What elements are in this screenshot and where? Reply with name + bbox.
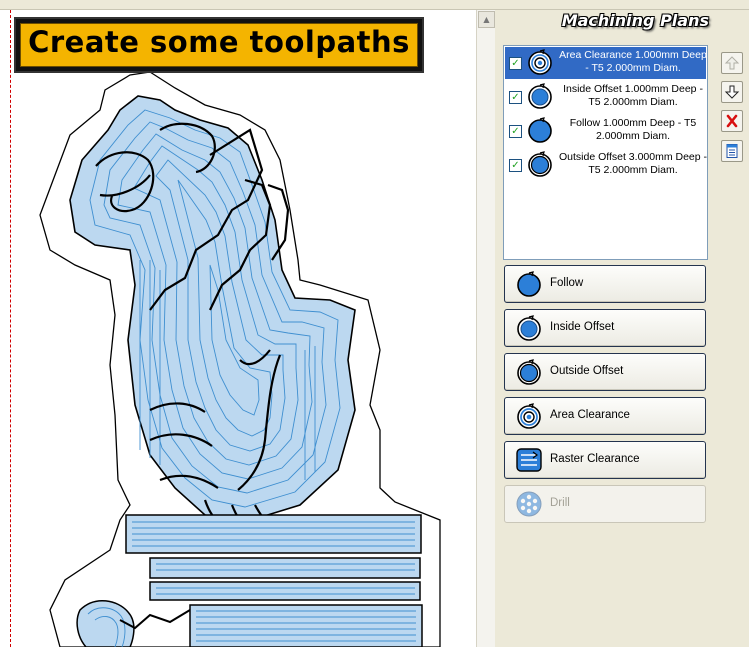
red-x-icon [726, 114, 738, 128]
inside-offset-button[interactable]: Inside Offset [504, 309, 706, 347]
move-down-button[interactable] [721, 81, 743, 103]
plan-checkbox[interactable]: ✓ [509, 57, 522, 70]
follow-button[interactable]: Follow [504, 265, 706, 303]
scroll-up-arrow-icon[interactable]: ▲ [478, 11, 495, 28]
plan-item[interactable]: ✓ Inside Offset 1.000mm Deep - T5 2.000m… [505, 81, 706, 113]
plan-item[interactable]: ✓ Area Clearance 1.000mm Deep - T5 2.000… [505, 47, 707, 79]
raster-clearance-button[interactable]: Raster Clearance [504, 441, 706, 479]
properties-button[interactable] [721, 140, 743, 162]
design-canvas[interactable] [0, 10, 476, 647]
toolpath-preview [39, 71, 441, 647]
follow-icon [528, 117, 552, 143]
area-clearance-icon [517, 403, 541, 429]
machining-panel: Machining Plans ✓ Area Clearance 1.000mm… [494, 0, 749, 647]
plan-checkbox[interactable]: ✓ [509, 159, 522, 172]
move-up-button[interactable] [721, 52, 743, 74]
panel-title: Machining Plans [561, 11, 709, 30]
canvas-scrollbar[interactable]: ▲ [476, 10, 495, 647]
inside-offset-icon [517, 315, 541, 341]
follow-icon [517, 271, 541, 297]
raster-clearance-label: Raster Clearance [550, 453, 640, 465]
outside-offset-label: Outside Offset [550, 365, 624, 377]
plan-label: Inside Offset 1.000mm Deep - T5 2.000mm … [563, 83, 703, 108]
inside-offset-icon [528, 83, 552, 109]
document-icon [726, 144, 738, 158]
title-banner-face: Create some toolpaths [20, 23, 418, 67]
drill-label: Drill [550, 497, 570, 509]
plan-label: Follow 1.000mm Deep - T5 2.000mm Diam. [569, 117, 697, 142]
raster-clearance-icon [516, 448, 542, 472]
plan-item[interactable]: ✓ Follow 1.000mm Deep - T5 2.000mm Diam. [505, 115, 706, 147]
machining-plans-list[interactable]: ✓ Area Clearance 1.000mm Deep - T5 2.000… [503, 45, 708, 260]
area-clearance-label: Area Clearance [550, 409, 630, 421]
plan-checkbox[interactable]: ✓ [509, 125, 522, 138]
arrow-down-icon [724, 85, 740, 99]
drill-icon [516, 491, 542, 517]
arrow-up-icon [724, 56, 740, 70]
outside-offset-button[interactable]: Outside Offset [504, 353, 706, 391]
banner-title: Create some toolpaths [28, 25, 410, 59]
plan-label: Outside Offset 3.000mm Deep - T5 2.000mm… [558, 151, 708, 176]
inside-offset-label: Inside Offset [550, 321, 615, 333]
delete-button[interactable] [721, 110, 743, 132]
plan-item[interactable]: ✓ Outside Offset 3.000mm Deep - T5 2.000… [505, 149, 708, 181]
area-clearance-button[interactable]: Area Clearance [504, 397, 706, 435]
outside-offset-icon [528, 151, 552, 177]
follow-label: Follow [550, 277, 584, 289]
plan-label: Area Clearance 1.000mm Deep - T5 2.000mm… [559, 49, 707, 74]
title-banner: Create some toolpaths [14, 17, 424, 73]
area-clearance-icon [528, 49, 552, 75]
outside-offset-icon [517, 359, 541, 385]
plan-checkbox[interactable]: ✓ [509, 91, 522, 104]
drill-button[interactable]: Drill [504, 485, 706, 523]
